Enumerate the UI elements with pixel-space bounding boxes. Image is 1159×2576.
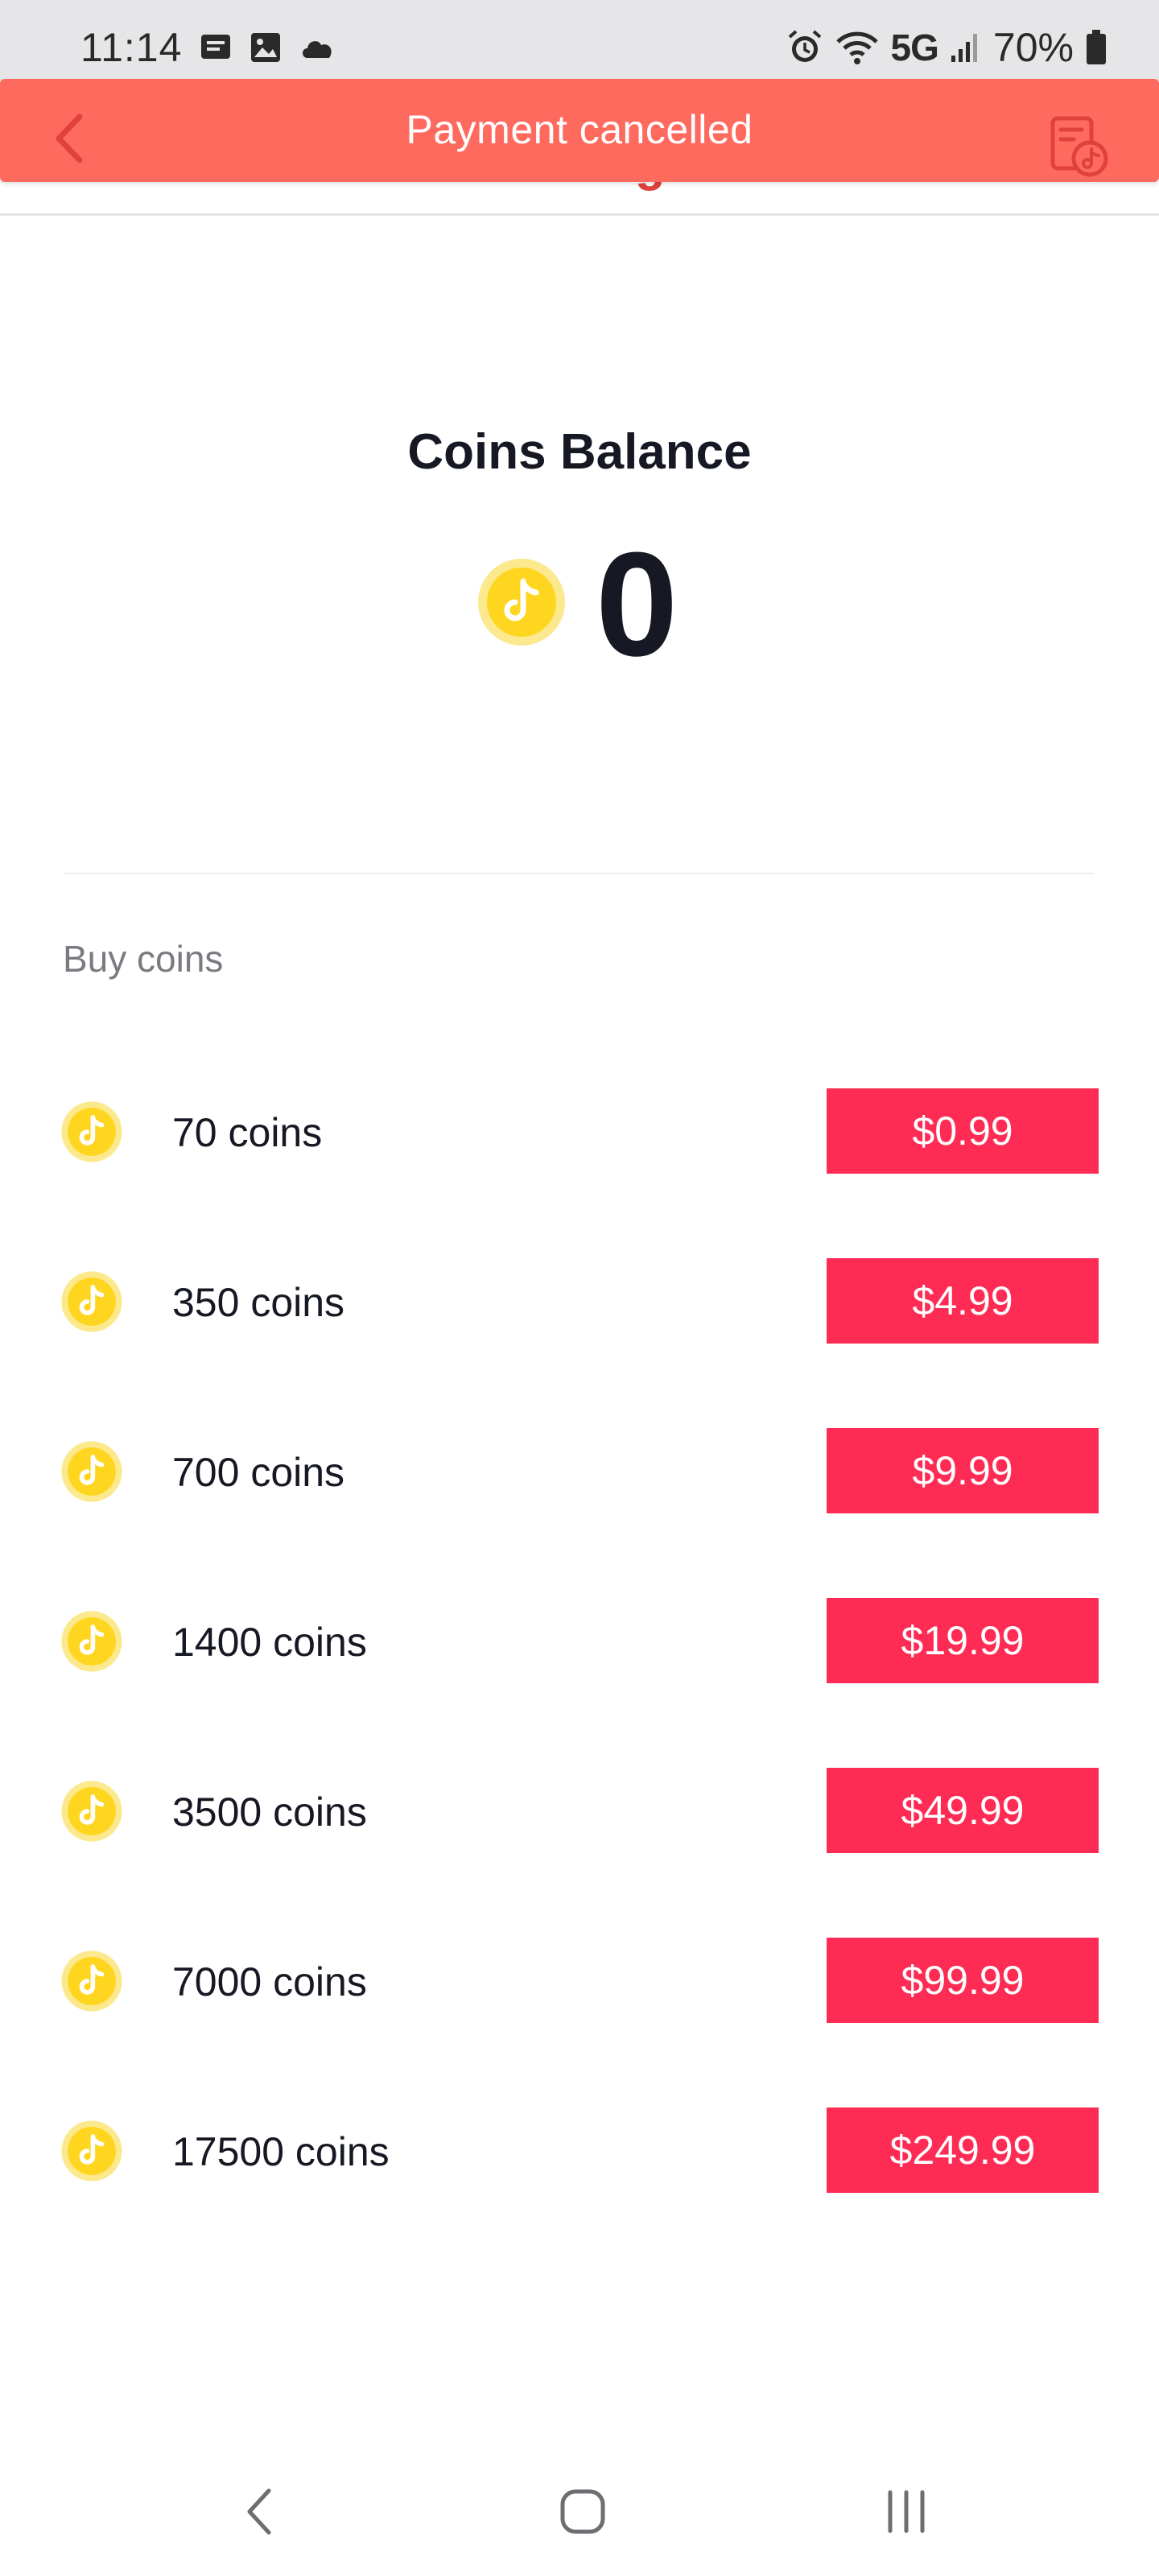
coin-icon [476, 557, 567, 651]
coin-package-label: 3500 coins [172, 1790, 367, 1835]
coin-icon [60, 1270, 123, 1337]
balance-title: Coins Balance [407, 424, 752, 480]
balance-row: 0 [476, 521, 678, 687]
price-button[interactable]: $9.99 [827, 1428, 1099, 1513]
coin-package-label: 70 coins [172, 1110, 323, 1155]
message-icon [200, 31, 232, 64]
coin-package-label: 350 coins [172, 1280, 345, 1325]
coin-icon [60, 2120, 123, 2186]
price-button[interactable]: $0.99 [827, 1088, 1099, 1174]
coin-icon [60, 1100, 123, 1167]
alarm-icon [786, 29, 823, 66]
coin-package-row: 70 coins $0.99 [0, 1087, 1159, 1175]
transaction-history-icon [1050, 116, 1108, 177]
coin-package-row: 17500 coins $249.99 [0, 2106, 1159, 2194]
transaction-history-button[interactable] [1046, 114, 1111, 179]
coin-package-label: 17500 coins [172, 2129, 390, 2174]
coin-package-row: 1400 coins $19.99 [0, 1596, 1159, 1685]
coin-package-label: 700 coins [172, 1450, 345, 1495]
nav-back-button[interactable] [219, 2479, 299, 2544]
coin-icon [60, 1950, 123, 2017]
home-icon [560, 2489, 605, 2534]
signal-icon [950, 31, 982, 64]
buy-coins-label: Buy coins [63, 938, 224, 980]
nav-home-button[interactable] [542, 2479, 623, 2544]
coin-package-row: 7000 coins $99.99 [0, 1936, 1159, 2025]
coin-package-label: 7000 coins [172, 1959, 367, 2004]
price-button[interactable]: $19.99 [827, 1598, 1099, 1683]
status-time: 11:14 [80, 25, 183, 70]
system-nav-bar [0, 2439, 1159, 2576]
coin-icon [60, 1780, 123, 1847]
cloud-icon [299, 34, 336, 61]
balance-value: 0 [596, 521, 678, 687]
toast-message: Payment cancelled [406, 107, 753, 152]
battery-icon [1085, 30, 1107, 65]
coin-package-row: 350 coins $4.99 [0, 1257, 1159, 1345]
price-button[interactable]: $99.99 [827, 1938, 1099, 2023]
payment-cancelled-toast: Payment cancelled [0, 79, 1159, 182]
coin-package-row: 700 coins $9.99 [0, 1426, 1159, 1515]
coin-package-row: 3500 coins $49.99 [0, 1766, 1159, 1855]
coin-package-label: 1400 coins [172, 1620, 367, 1665]
back-icon [247, 2488, 271, 2535]
price-button[interactable]: $4.99 [827, 1258, 1099, 1344]
status-right: 5G 70% [786, 24, 1107, 71]
divider [64, 873, 1095, 874]
price-button[interactable]: $49.99 [827, 1768, 1099, 1853]
network-type: 5G [890, 27, 939, 68]
battery-percent: 70% [992, 25, 1074, 70]
price-button[interactable]: $249.99 [827, 2107, 1099, 2193]
status-left: 11:14 [80, 24, 336, 71]
recent-apps-icon [888, 2490, 925, 2533]
coin-icon [60, 1440, 123, 1507]
image-icon [250, 31, 282, 64]
wifi-icon [835, 29, 880, 66]
nav-recent-apps-button[interactable] [866, 2479, 947, 2544]
coin-icon [60, 1610, 123, 1677]
